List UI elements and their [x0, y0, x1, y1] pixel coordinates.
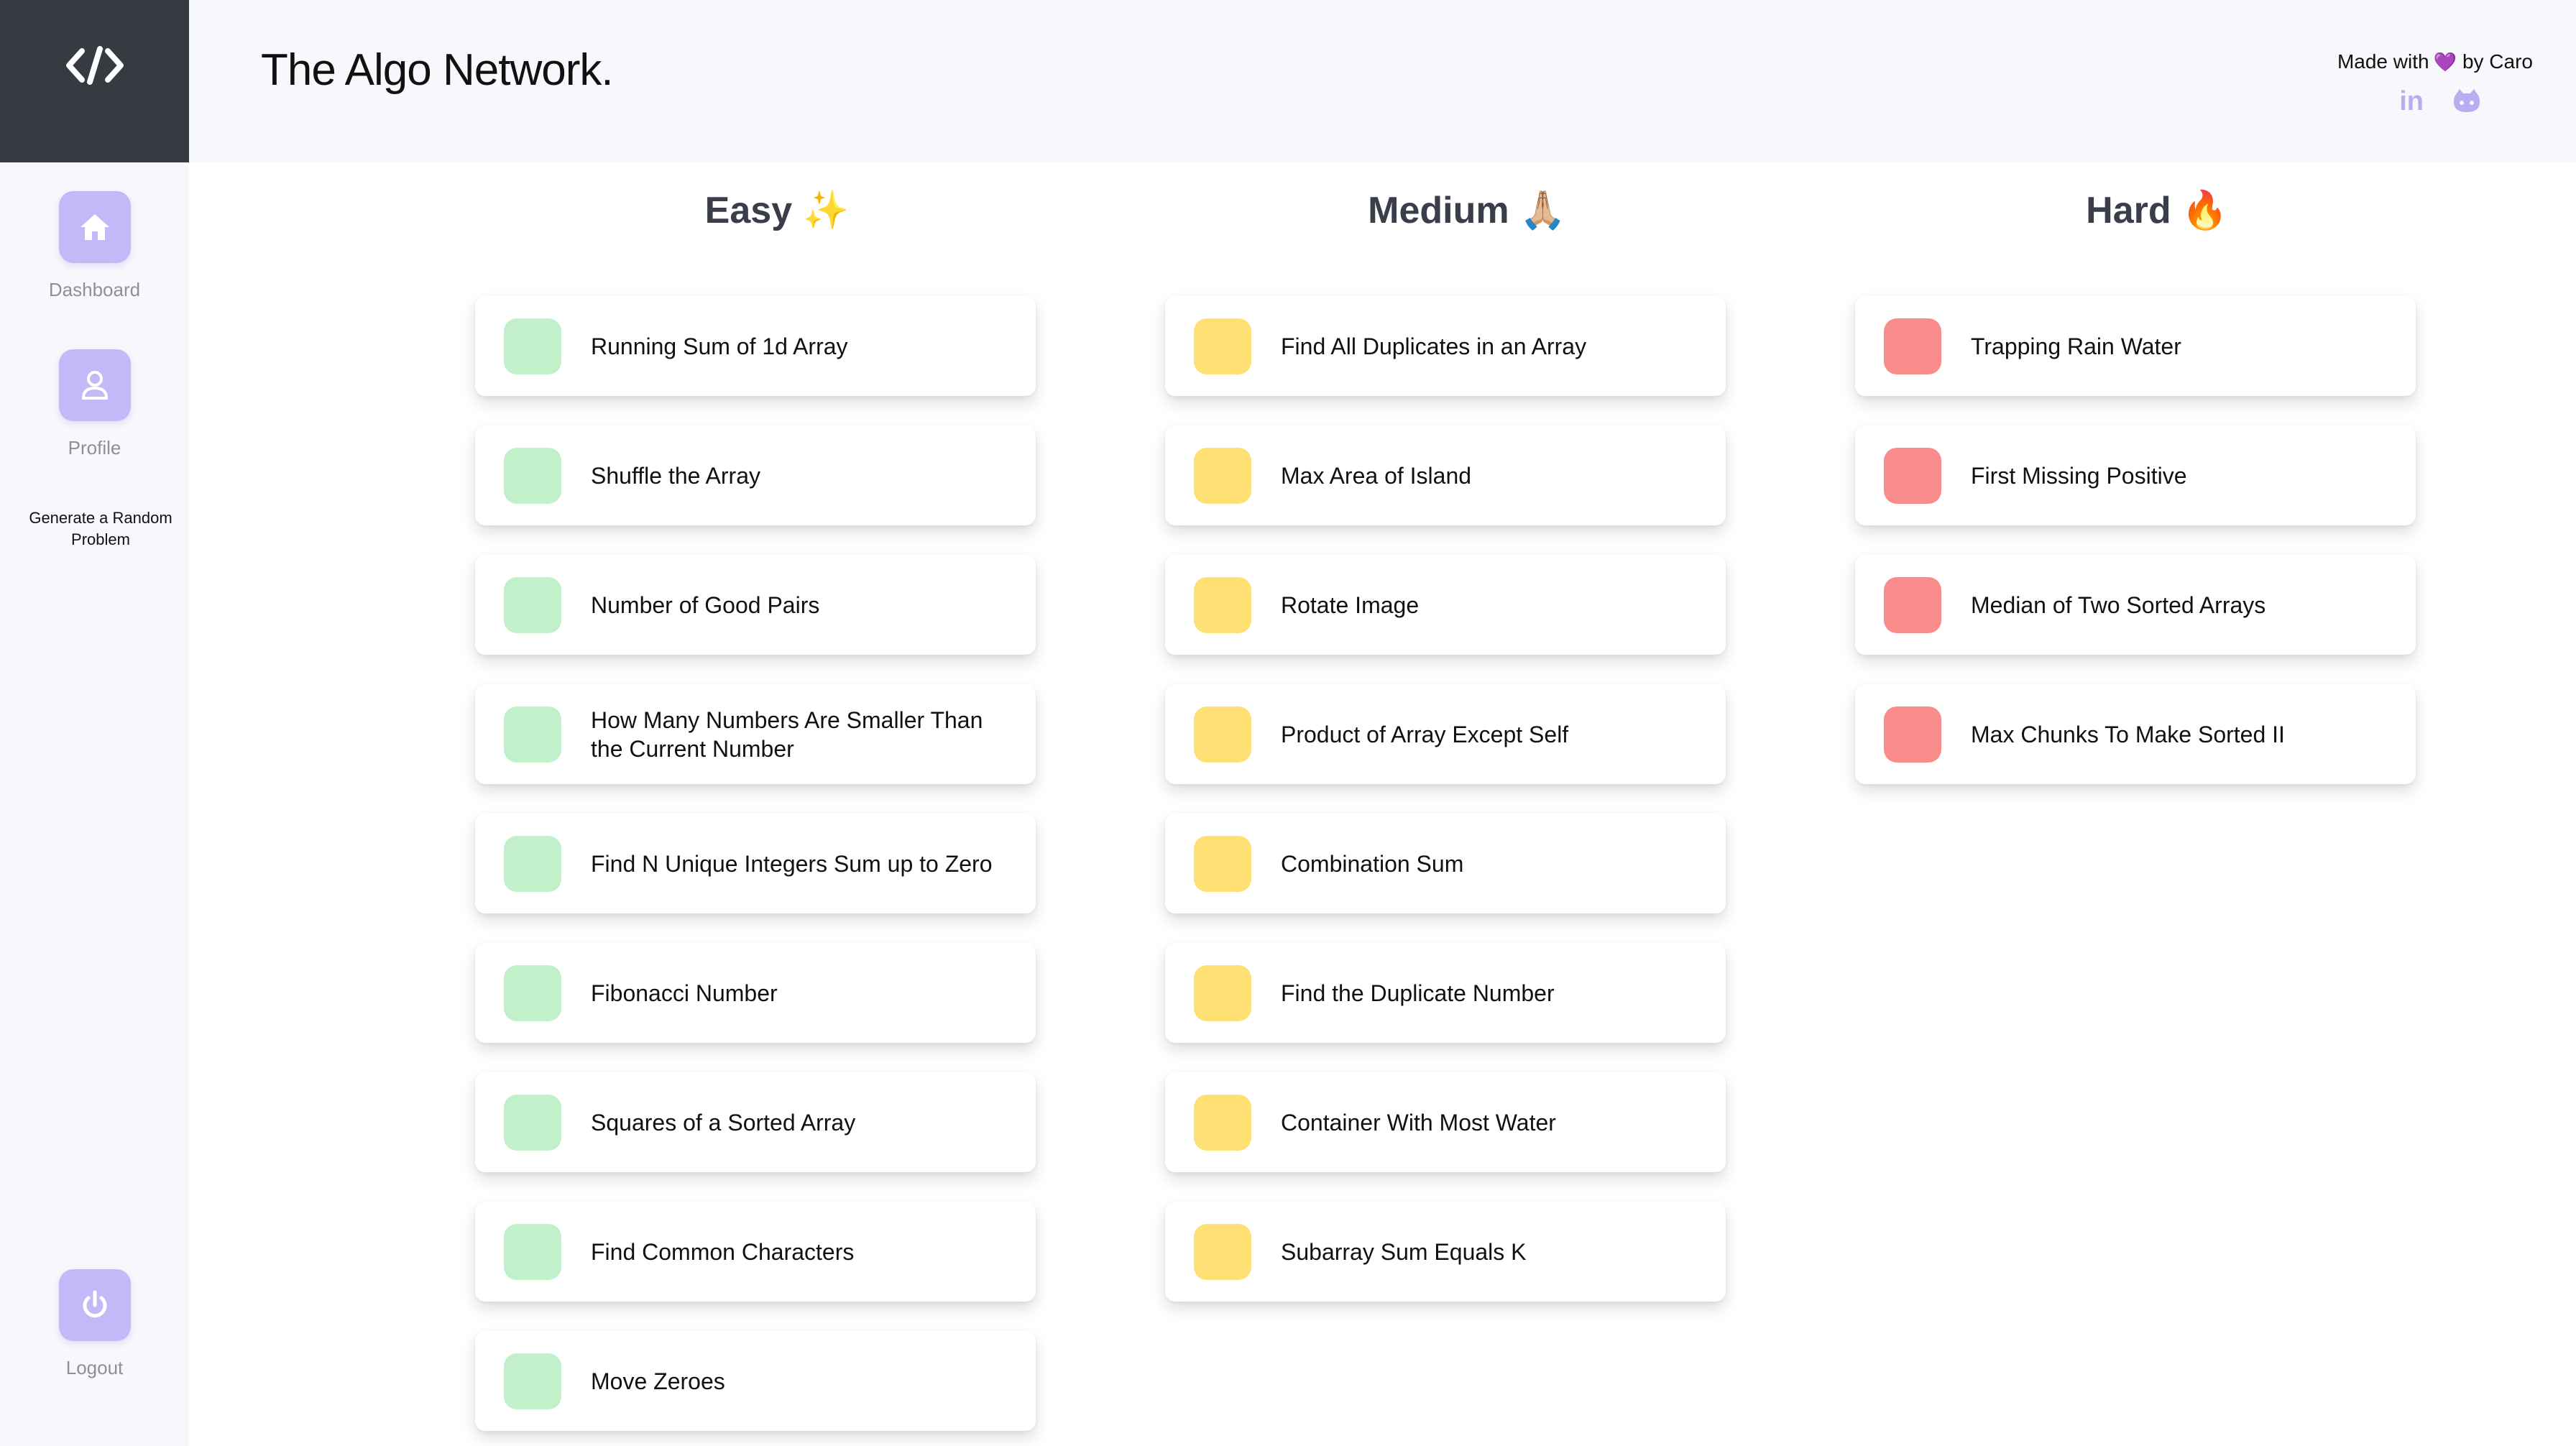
problem-card-hard[interactable]: Trapping Rain Water — [1855, 296, 2416, 396]
credit-line: Made with 💜 by Caro — [2337, 50, 2533, 73]
user-icon — [81, 371, 108, 400]
problem-card-medium[interactable]: Find All Duplicates in an Array — [1165, 296, 1726, 396]
problem-title: Combination Sum — [1281, 850, 1464, 877]
difficulty-swatch — [1884, 577, 1941, 633]
github-icon[interactable] — [2452, 88, 2481, 115]
sidebar-item-profile[interactable]: Profile — [0, 349, 189, 459]
linkedin-icon[interactable]: in — [2399, 88, 2424, 115]
random-problem-link[interactable]: Generate a Random Problem — [14, 507, 187, 551]
problem-card-easy[interactable]: Number of Good Pairs — [475, 555, 1036, 655]
problem-card-easy[interactable]: Fibonacci Number — [475, 943, 1036, 1043]
problem-title: Product of Array Except Self — [1281, 721, 1569, 747]
difficulty-swatch — [1194, 1095, 1251, 1151]
social-links: in — [2399, 88, 2481, 115]
problem-card-easy[interactable]: Running Sum of 1d Array — [475, 296, 1036, 396]
difficulty-swatch — [504, 1224, 561, 1280]
problem-card-easy[interactable]: Move Zeroes — [475, 1331, 1036, 1431]
problem-title: First Missing Positive — [1971, 462, 2187, 489]
problem-title: Number of Good Pairs — [591, 591, 820, 618]
difficulty-swatch — [1884, 706, 1941, 763]
problem-card-hard[interactable]: Median of Two Sorted Arrays — [1855, 555, 2416, 655]
logout-button[interactable] — [58, 1269, 131, 1341]
problem-title: Move Zeroes — [591, 1368, 725, 1394]
difficulty-swatch — [1194, 318, 1251, 374]
app-logo[interactable] — [0, 0, 189, 162]
problem-title: Median of Two Sorted Arrays — [1971, 591, 2266, 618]
problem-card-medium[interactable]: Rotate Image — [1165, 555, 1726, 655]
problem-title: Rotate Image — [1281, 591, 1420, 618]
difficulty-swatch — [504, 577, 561, 633]
problem-title: Find All Duplicates in an Array — [1281, 333, 1587, 359]
problem-title: Max Area of Island — [1281, 462, 1472, 489]
dashboard-button[interactable] — [58, 191, 131, 263]
problem-title: Trapping Rain Water — [1971, 333, 2181, 359]
difficulty-swatch — [504, 318, 561, 374]
difficulty-swatch — [504, 1095, 561, 1151]
problem-title: How Many Numbers Are Smaller Than the Cu… — [591, 706, 983, 762]
logout-label: Logout — [65, 1357, 124, 1378]
difficulty-swatch — [504, 836, 561, 892]
problem-title: Container With Most Water — [1281, 1109, 1556, 1136]
problem-card-medium[interactable]: Find the Duplicate Number — [1165, 943, 1726, 1043]
difficulty-swatch — [1884, 318, 1941, 374]
sidebar-item-dashboard[interactable]: Dashboard — [0, 191, 189, 301]
problem-title: Fibonacci Number — [591, 980, 778, 1006]
problem-title: Running Sum of 1d Array — [591, 333, 848, 359]
sidebar-item-label: Dashboard — [48, 279, 141, 300]
app-title: The Algo Network. — [261, 45, 614, 95]
problem-title: Subarray Sum Equals K — [1281, 1238, 1527, 1265]
problem-card-easy[interactable]: Shuffle the Array — [475, 425, 1036, 525]
problem-title: Shuffle the Array — [591, 462, 760, 489]
difficulty-swatch — [1194, 836, 1251, 892]
problem-card-medium[interactable]: Container With Most Water — [1165, 1072, 1726, 1172]
problem-title: Max Chunks To Make Sorted II — [1971, 721, 2285, 747]
problem-title: Squares of a Sorted Array — [591, 1109, 856, 1136]
problem-card-hard[interactable]: First Missing Positive — [1855, 425, 2416, 525]
problem-card-medium[interactable]: Max Area of Island — [1165, 425, 1726, 525]
difficulty-swatch — [1194, 965, 1251, 1021]
sidebar: Dashboard Profile Generate a Random Prob… — [0, 162, 189, 1446]
home-icon — [80, 214, 109, 240]
difficulty-swatch — [504, 448, 561, 504]
problem-card-hard[interactable]: Max Chunks To Make Sorted II — [1855, 684, 2416, 784]
difficulty-swatch — [1194, 706, 1251, 763]
difficulty-swatch — [504, 706, 561, 763]
difficulty-swatch — [1194, 577, 1251, 633]
credit-prefix: Made with — [2337, 50, 2429, 73]
power-icon — [83, 1290, 106, 1318]
heart-icon: 💜 — [2433, 50, 2457, 73]
sidebar-item-logout[interactable]: Logout — [0, 1269, 189, 1379]
column-title-hard: Hard 🔥 — [2086, 190, 2228, 231]
problem-card-easy[interactable]: How Many Numbers Are Smaller Than the Cu… — [475, 684, 1036, 784]
problem-title: Find Common Characters — [591, 1238, 855, 1265]
difficulty-swatch — [504, 1353, 561, 1409]
difficulty-swatch — [1194, 448, 1251, 504]
column-title-easy: Easy ✨ — [704, 190, 850, 231]
problem-card-easy[interactable]: Find N Unique Integers Sum up to Zero — [475, 814, 1036, 913]
problem-card-medium[interactable]: Subarray Sum Equals K — [1165, 1202, 1726, 1302]
difficulty-swatch — [1194, 1224, 1251, 1280]
top-header: The Algo Network. Made with 💜 by Caro in — [189, 0, 2576, 162]
code-icon — [65, 46, 124, 85]
column-title-medium: Medium 🙏🏼 — [1368, 190, 1566, 231]
problem-card-easy[interactable]: Find Common Characters — [475, 1202, 1036, 1302]
problem-title: Find N Unique Integers Sum up to Zero — [591, 850, 993, 877]
difficulty-swatch — [504, 965, 561, 1021]
problem-card-easy[interactable]: Squares of a Sorted Array — [475, 1072, 1036, 1172]
credit-suffix: by Caro — [2462, 50, 2533, 73]
profile-button[interactable] — [58, 349, 131, 421]
problem-title: Find the Duplicate Number — [1281, 980, 1555, 1006]
difficulty-swatch — [1884, 448, 1941, 504]
problem-card-medium[interactable]: Combination Sum — [1165, 814, 1726, 913]
problem-card-medium[interactable]: Product of Array Except Self — [1165, 684, 1726, 784]
sidebar-item-label: Profile — [68, 437, 121, 459]
